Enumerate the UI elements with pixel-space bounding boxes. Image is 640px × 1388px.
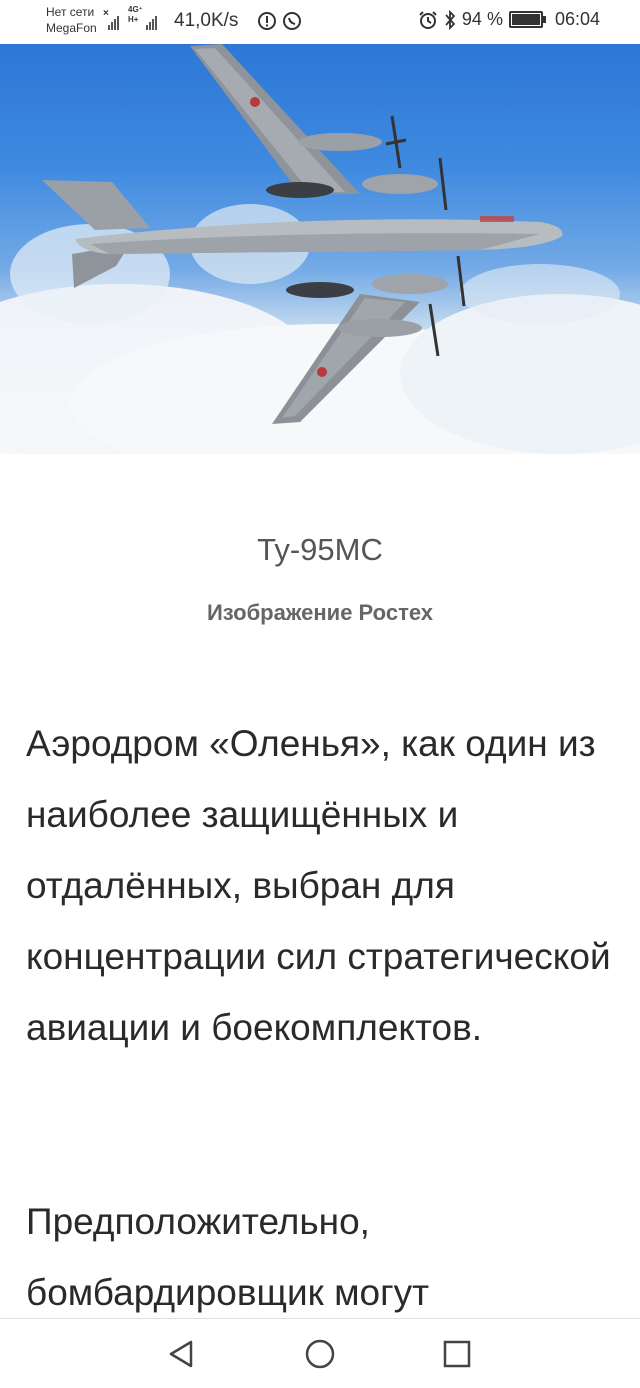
network-badge-bottom: H+ (128, 15, 139, 24)
battery-icon (508, 11, 546, 28)
whatsapp-icon (283, 12, 301, 30)
back-icon[interactable] (165, 1337, 199, 1371)
clock: 06:04 (554, 9, 600, 29)
article-body-continued: Предположительно, бомбардировщик могут (26, 1186, 616, 1328)
network-speed: 41,0K/s (174, 10, 239, 31)
signal-icon-2 (146, 14, 157, 30)
home-icon[interactable] (303, 1337, 337, 1371)
aircraft-illustration (0, 44, 640, 454)
alarm-icon (419, 10, 437, 29)
status-right-group: 94 % 06:04 (418, 9, 600, 30)
aircraft-photo (0, 44, 640, 454)
figure-credit: Изображение Ростех (206, 600, 434, 625)
battery-percent: 94 % (461, 9, 503, 29)
no-signal-icon: × (103, 8, 109, 19)
status-bar: Нет сети MegaFon × 4G⁺ H+ 41,0K/s 94 % 0… (0, 0, 640, 44)
battery-fill (511, 14, 540, 25)
network-badge-top: 4G⁺ (128, 5, 143, 14)
recents-icon[interactable] (440, 1337, 474, 1371)
article-body: Аэродром «Оленья», как один из наиболее … (26, 708, 616, 1063)
alert-icon (258, 12, 276, 30)
article-paragraph-2: Предположительно, бомбардировщик могут (26, 1201, 430, 1313)
figure-title: Ту-95МС (257, 532, 383, 567)
figure-caption: Ту-95МС (0, 532, 640, 568)
system-nav-bar (0, 1318, 640, 1388)
network-type-icon: 4G⁺ H+ (128, 6, 143, 24)
carrier-line1: Нет сети (46, 5, 95, 19)
signal-icon (108, 14, 119, 30)
carrier-line2: MegaFon (46, 21, 97, 35)
carrier-info: Нет сети MegaFon (46, 4, 97, 36)
article-paragraph-1: Аэродром «Оленья», как один из наиболее … (26, 723, 611, 1048)
bluetooth-icon (445, 9, 456, 30)
